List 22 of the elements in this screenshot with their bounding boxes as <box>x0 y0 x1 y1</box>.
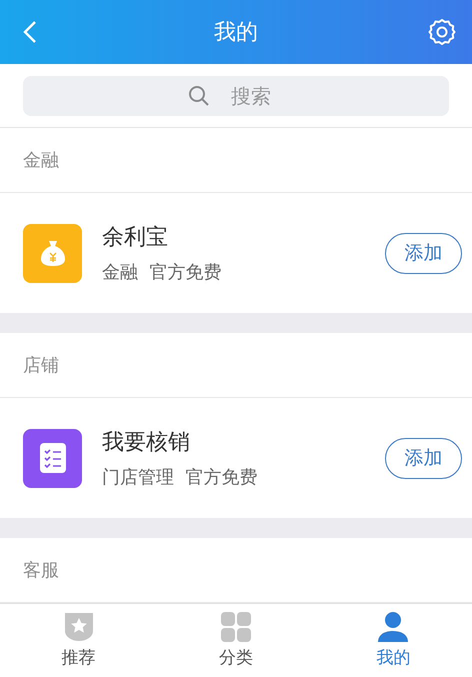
tab[interactable]: 推荐 <box>0 604 158 677</box>
add-button[interactable]: 添加 <box>385 438 462 478</box>
search-field[interactable]: 搜索 <box>23 76 449 116</box>
tab[interactable]: 我的 <box>314 604 472 677</box>
back-icon <box>23 20 37 44</box>
settings-button[interactable] <box>426 16 458 48</box>
app-name: 我要核销 <box>102 429 191 457</box>
settings-icon <box>428 18 456 46</box>
page-title: 我的 <box>214 19 258 47</box>
search-icon <box>188 84 210 106</box>
section-title: 金融 <box>23 149 59 172</box>
app-tags: 金融 官方免费 <box>102 260 365 284</box>
person-icon <box>378 612 408 642</box>
section-title: 客服 <box>23 559 59 582</box>
checklist-icon <box>40 443 66 473</box>
app-name: 余利宝 <box>102 224 169 252</box>
star-badge-icon <box>64 612 94 642</box>
grid-icon <box>220 612 251 642</box>
add-button[interactable]: 添加 <box>385 232 462 274</box>
app-tags: 门店管理 官方免费 <box>102 465 365 489</box>
section-title: 店铺 <box>23 354 59 377</box>
tab[interactable]: 分类 <box>157 604 315 677</box>
